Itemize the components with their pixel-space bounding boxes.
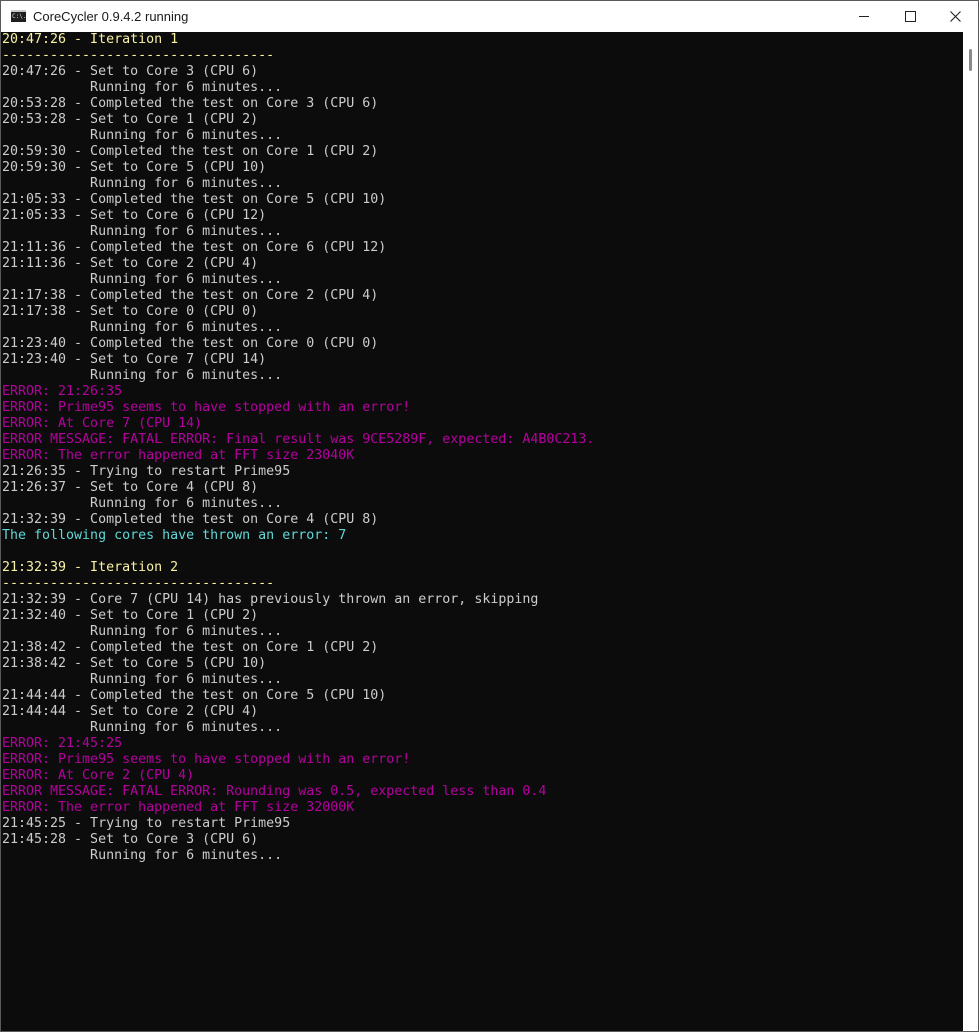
console-line: 21:23:40 - Set to Core 7 (CPU 14) <box>2 352 267 367</box>
console-line: 21:11:36 - Set to Core 2 (CPU 4) <box>2 256 259 271</box>
console-line: Running for 6 minutes... <box>2 672 283 687</box>
console-line: 21:23:40 - Completed the test on Core 0 … <box>2 336 379 351</box>
console-line: 21:44:44 - Completed the test on Core 5 … <box>2 688 387 703</box>
console-line: 20:59:30 - Completed the test on Core 1 … <box>2 144 379 159</box>
console-window: C:\. CoreCycler 0.9.4.2 running 20:47:26… <box>0 0 979 1032</box>
console-line: 21:05:33 - Completed the test on Core 5 … <box>2 192 387 207</box>
console-line: 21:44:44 - Set to Core 2 (CPU 4) <box>2 704 259 719</box>
console-output[interactable]: 20:47:26 - Iteration 1 ------------------… <box>1 32 963 1031</box>
maximize-icon <box>904 11 916 22</box>
console-line: 20:59:30 - Set to Core 5 (CPU 10) <box>2 160 267 175</box>
console-line: 21:38:42 - Completed the test on Core 1 … <box>2 640 379 655</box>
console-line: ---------------------------------- <box>2 576 275 591</box>
console-line: 20:47:26 - Iteration 1 <box>2 32 179 47</box>
console-line: Running for 6 minutes... <box>2 272 283 287</box>
console-line: 20:53:28 - Set to Core 1 (CPU 2) <box>2 112 259 127</box>
console-line: Running for 6 minutes... <box>2 80 283 95</box>
console-line: 20:53:28 - Completed the test on Core 3 … <box>2 96 379 111</box>
console-line: ERROR: The error happened at FFT size 32… <box>2 800 355 815</box>
console-line: 21:32:39 - Iteration 2 <box>2 560 179 575</box>
close-icon <box>949 11 961 22</box>
console-line: ERROR: 21:26:35 <box>2 384 123 399</box>
console-line: ERROR: At Core 7 (CPU 14) <box>2 416 203 431</box>
title-bar[interactable]: C:\. CoreCycler 0.9.4.2 running <box>1 1 978 32</box>
console-line: ERROR MESSAGE: FATAL ERROR: Final result… <box>2 432 595 447</box>
console-line: Running for 6 minutes... <box>2 176 283 191</box>
vertical-scrollbar[interactable] <box>963 32 978 1031</box>
console-line: Running for 6 minutes... <box>2 720 283 735</box>
console-line: ERROR: Prime95 seems to have stopped wit… <box>2 752 411 767</box>
console-line: Running for 6 minutes... <box>2 624 283 639</box>
console-line: 21:45:28 - Set to Core 3 (CPU 6) <box>2 832 259 847</box>
scrollbar-thumb[interactable] <box>969 49 972 71</box>
console-line: Running for 6 minutes... <box>2 128 283 143</box>
minimize-icon <box>859 16 869 17</box>
close-button[interactable] <box>932 1 978 32</box>
console-line: 21:32:39 - Core 7 (CPU 14) has previousl… <box>2 592 539 607</box>
console-app-icon[interactable]: C:\. <box>11 10 26 22</box>
console-line: 21:26:37 - Set to Core 4 (CPU 8) <box>2 480 259 495</box>
minimize-button[interactable] <box>841 1 887 32</box>
console-line: Running for 6 minutes... <box>2 224 283 239</box>
console-line: ERROR: At Core 2 (CPU 4) <box>2 768 195 783</box>
console-line: 21:17:38 - Set to Core 0 (CPU 0) <box>2 304 259 319</box>
console-line: 21:05:33 - Set to Core 6 (CPU 12) <box>2 208 267 223</box>
console-line: 21:32:39 - Completed the test on Core 4 … <box>2 512 379 527</box>
console-line: ERROR: 21:45:25 <box>2 736 123 751</box>
console-line: 21:11:36 - Completed the test on Core 6 … <box>2 240 387 255</box>
console-line: 21:17:38 - Completed the test on Core 2 … <box>2 288 379 303</box>
console-line: 21:32:40 - Set to Core 1 (CPU 2) <box>2 608 259 623</box>
console-line: ERROR MESSAGE: FATAL ERROR: Rounding was… <box>2 784 547 799</box>
console-line: Running for 6 minutes... <box>2 496 283 511</box>
console-line: Running for 6 minutes... <box>2 368 283 383</box>
console-line: 21:26:35 - Trying to restart Prime95 <box>2 464 291 479</box>
console-line: Running for 6 minutes... <box>2 848 283 863</box>
console-line: 21:38:42 - Set to Core 5 (CPU 10) <box>2 656 267 671</box>
console-text-area: 20:47:26 - Iteration 1 ------------------… <box>1 32 963 864</box>
maximize-button[interactable] <box>887 1 933 32</box>
console-line: 21:45:25 - Trying to restart Prime95 <box>2 816 291 831</box>
console-line: ---------------------------------- <box>2 48 275 63</box>
console-app-icon-text: C:\. <box>12 13 27 20</box>
console-line: ERROR: The error happened at FFT size 23… <box>2 448 355 463</box>
console-line: The following cores have thrown an error… <box>2 528 347 543</box>
console-line: Running for 6 minutes... <box>2 320 283 335</box>
window-title: CoreCycler 0.9.4.2 running <box>33 9 189 24</box>
console-line: ERROR: Prime95 seems to have stopped wit… <box>2 400 411 415</box>
console-line: 20:47:26 - Set to Core 3 (CPU 6) <box>2 64 259 79</box>
